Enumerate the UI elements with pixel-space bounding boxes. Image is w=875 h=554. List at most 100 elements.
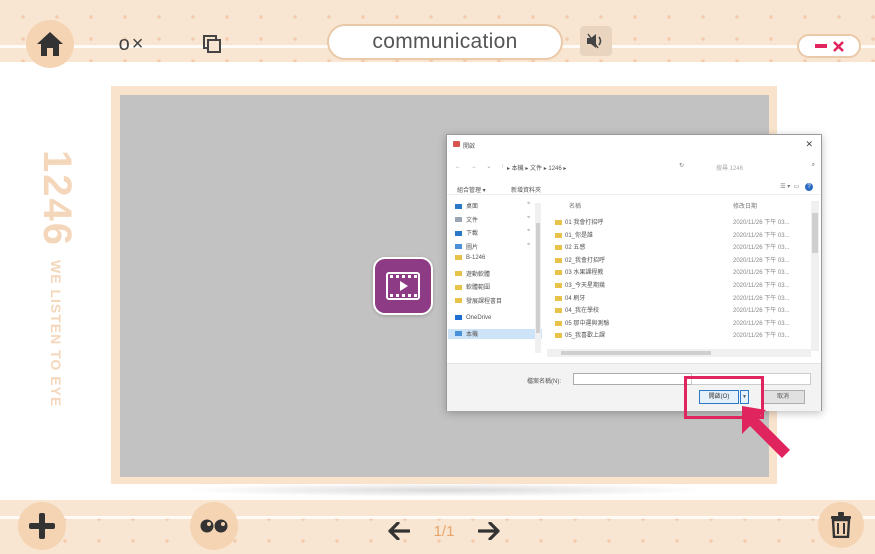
new-folder-button[interactable]: 新增資料夾 bbox=[511, 185, 541, 194]
nav-pane-item[interactable]: OneDrive bbox=[455, 315, 491, 325]
nav-pane-scrollbar[interactable] bbox=[535, 203, 541, 353]
page-navigator: 1/1 bbox=[388, 517, 500, 545]
file-name: 04_我在學校 bbox=[555, 305, 599, 314]
file-date: 2020/11/26 下午 03... bbox=[733, 283, 790, 289]
folder-icon bbox=[555, 308, 562, 314]
folder-icon bbox=[555, 245, 562, 251]
pin-icon: ⌖ bbox=[527, 228, 531, 234]
file-row[interactable]: 01 我會打招呼 2020/11/26 下午 03... bbox=[547, 217, 809, 227]
file-name: 05 那中運與測驗 bbox=[555, 318, 609, 327]
file-date: 2020/11/26 下午 03... bbox=[733, 320, 790, 327]
search-icon: ⌕ bbox=[811, 162, 815, 168]
search-input[interactable]: 搜尋 1246 bbox=[690, 160, 818, 173]
video-icon bbox=[386, 272, 420, 300]
folder-icon bbox=[455, 255, 462, 260]
file-date: 2020/11/26 下午 03... bbox=[733, 232, 790, 239]
mute-button[interactable] bbox=[580, 26, 612, 56]
file-date: 2020/11/26 下午 03... bbox=[733, 295, 790, 302]
nav-pane-item-label: 文件 bbox=[466, 217, 479, 224]
pin-icon: ⌖ bbox=[527, 201, 531, 207]
folder-icon bbox=[555, 333, 562, 339]
folder-icon bbox=[555, 219, 562, 225]
file-row[interactable]: 03_今天星期幾 2020/11/26 下午 03... bbox=[547, 280, 809, 290]
dialog-nav-pane: 桌面 ⌖ 文件 ⌖ 下載 ⌖ 圖片 ⌖ B-1246 遊動軟體 軟體範圍 發展課程書目 OneDrive… bbox=[447, 197, 543, 355]
minus-icon bbox=[814, 44, 827, 48]
folder-icon bbox=[455, 217, 462, 223]
file-date: 2020/11/26 下午 03... bbox=[733, 333, 790, 340]
file-name-text: 02_我會打招呼 bbox=[565, 257, 606, 264]
nav-arrows[interactable]: ← → ⌄ ↑ bbox=[455, 163, 508, 170]
delete-page-button[interactable] bbox=[818, 502, 864, 548]
folder-icon bbox=[455, 315, 462, 320]
column-header-name[interactable]: 名稱 bbox=[569, 201, 581, 210]
dialog-address-bar: ← → ⌄ ↑ ▸ 本機 ▸ 文件 ▸ 1246 ▸ ↻ 搜尋 1246 ⌕ bbox=[447, 159, 821, 175]
nav-pane-item-label: OneDrive bbox=[466, 315, 492, 322]
organize-menu[interactable]: 組合管理 ▾ bbox=[457, 185, 486, 194]
file-row[interactable]: 02 五感 2020/11/26 下午 03... bbox=[547, 242, 809, 252]
file-name-text: 05_我喜歡上課 bbox=[565, 333, 606, 340]
file-row[interactable]: 05_我喜歡上課 2020/11/26 下午 03... bbox=[547, 330, 809, 340]
file-name-text: 01 我會打招呼 bbox=[565, 220, 604, 226]
preview-button[interactable] bbox=[190, 502, 238, 550]
file-name-text: 03 水果課程教 bbox=[565, 270, 604, 277]
nav-pane-item[interactable]: 桌面 ⌖ bbox=[455, 201, 530, 211]
nav-pane-item[interactable]: B-1246 bbox=[455, 255, 485, 265]
folder-icon bbox=[555, 270, 562, 276]
nav-pane-item[interactable]: 文件 ⌖ bbox=[455, 215, 530, 225]
file-name-text: 01_你是誰 bbox=[565, 232, 594, 239]
page-title: communication bbox=[372, 30, 518, 53]
add-page-button[interactable] bbox=[18, 502, 66, 550]
file-date: 2020/11/26 下午 03... bbox=[733, 220, 790, 226]
nav-pane-item[interactable]: 發展課程書目 bbox=[455, 296, 502, 306]
home-icon bbox=[37, 32, 63, 56]
folder-icon bbox=[455, 244, 462, 250]
video-insert-button[interactable] bbox=[373, 257, 433, 315]
side-watermark: 1246 WE LISTEN TO EYE bbox=[34, 150, 79, 420]
file-open-dialog: 開啟 ✕ ← → ⌄ ↑ ▸ 本機 ▸ 文件 ▸ 1246 ▸ ↻ 搜尋 124… bbox=[446, 134, 822, 411]
file-row[interactable]: 04_我在學校 2020/11/26 下午 03... bbox=[547, 305, 809, 315]
nav-pane-item[interactable]: 本機 bbox=[448, 328, 542, 339]
file-list-scrollbar[interactable] bbox=[811, 201, 819, 351]
quiz-toggle-button[interactable]: o× bbox=[110, 22, 154, 66]
refresh-icon[interactable]: ↻ bbox=[679, 162, 684, 169]
file-list-hscrollbar[interactable] bbox=[547, 349, 811, 357]
exit-button[interactable] bbox=[797, 34, 861, 58]
file-name: 04 刷牙 bbox=[555, 293, 585, 302]
duplicate-button[interactable] bbox=[190, 22, 234, 66]
file-row[interactable]: 04 刷牙 2020/11/26 下午 03... bbox=[547, 293, 809, 303]
file-name-text: 05 那中運與測驗 bbox=[565, 320, 610, 327]
dialog-close-icon[interactable]: ✕ bbox=[805, 139, 813, 150]
next-page-icon[interactable] bbox=[477, 522, 500, 540]
search-placeholder: 搜尋 1246 bbox=[716, 166, 744, 172]
home-button[interactable] bbox=[26, 20, 74, 68]
filename-label: 檔案名稱(N): bbox=[527, 379, 561, 385]
file-row[interactable]: 05 那中運與測驗 2020/11/26 下午 03... bbox=[547, 318, 809, 328]
file-row[interactable]: 01_你是誰 2020/11/26 下午 03... bbox=[547, 230, 809, 240]
file-date: 2020/11/26 下午 03... bbox=[733, 257, 790, 264]
file-name-text: 02 五感 bbox=[565, 245, 586, 252]
pointer-arrow-icon bbox=[742, 406, 790, 458]
address-path[interactable]: ▸ 本機 ▸ 文件 ▸ 1246 ▸ bbox=[507, 163, 566, 172]
dialog-titlebar: 開啟 ✕ bbox=[447, 135, 821, 153]
nav-pane-item-label: 軟體範圍 bbox=[466, 285, 491, 291]
prev-page-icon[interactable] bbox=[388, 522, 410, 540]
eyes-icon bbox=[200, 519, 228, 533]
folder-icon bbox=[455, 331, 462, 337]
nav-pane-item-label: 發展課程書目 bbox=[466, 298, 503, 305]
column-header-date[interactable]: 修改日期 bbox=[733, 201, 757, 210]
nav-pane-item[interactable]: 下載 ⌖ bbox=[455, 228, 530, 238]
file-row[interactable]: 02_我會打招呼 2020/11/26 下午 03... bbox=[547, 255, 809, 265]
help-icon[interactable]: ? bbox=[805, 183, 813, 191]
speaker-muted-icon bbox=[587, 33, 602, 49]
file-row[interactable]: 03 水果課程教 2020/11/26 下午 03... bbox=[547, 267, 809, 277]
app-icon bbox=[453, 141, 460, 147]
nav-pane-item[interactable]: 軟體範圍 bbox=[455, 282, 490, 292]
nav-pane-item[interactable]: 圖片 ⌖ bbox=[455, 242, 530, 252]
nav-pane-item[interactable]: 遊動軟體 bbox=[455, 269, 490, 279]
side-watermark-number: 1246 bbox=[35, 150, 79, 247]
canvas-shadow bbox=[180, 483, 710, 497]
nav-pane-item-label: 圖片 bbox=[466, 244, 479, 251]
view-options[interactable]: ☰ ▾ ▭ ? bbox=[780, 183, 813, 191]
folder-icon bbox=[455, 284, 462, 290]
nav-pane-item-label: 本機 bbox=[466, 331, 479, 338]
